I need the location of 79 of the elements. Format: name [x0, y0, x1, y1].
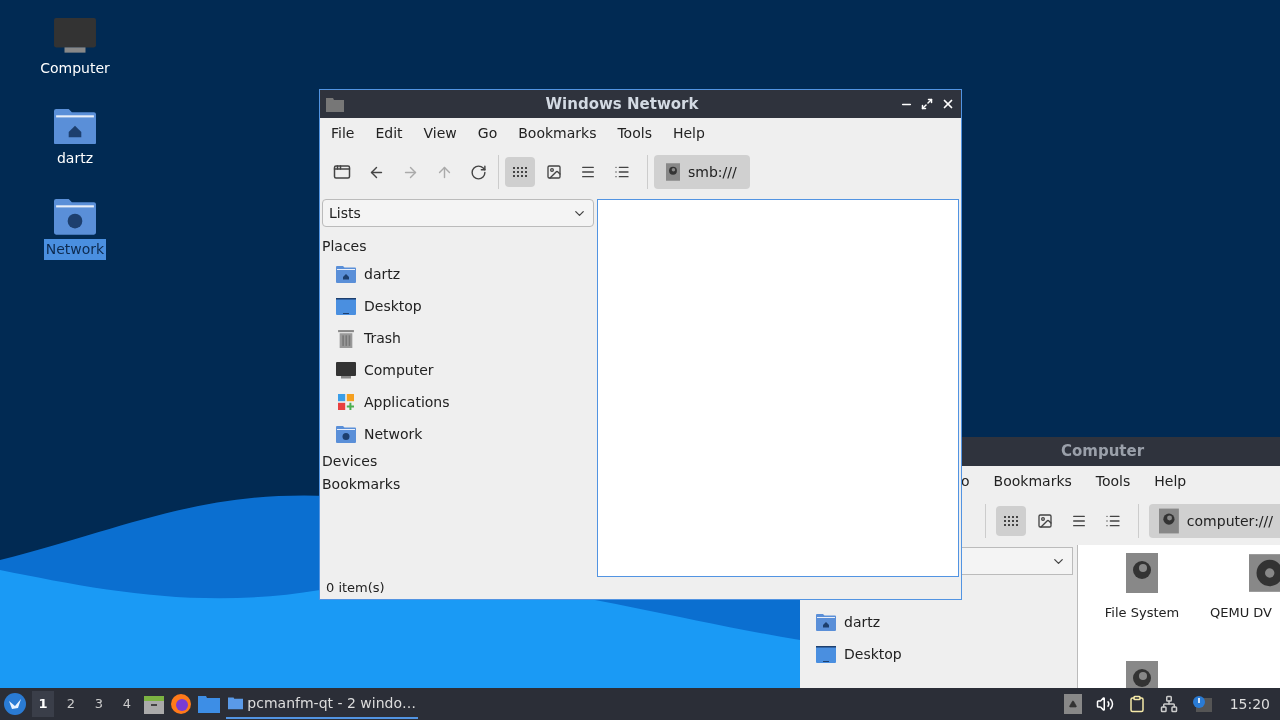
location-bar[interactable]: computer:/// — [1149, 504, 1280, 538]
window-title: Computer — [1061, 441, 1145, 463]
sidebar-item[interactable]: Desktop — [816, 643, 1077, 665]
section-header[interactable]: Places — [322, 235, 594, 258]
sidebar-item[interactable]: Desktop — [322, 290, 594, 322]
desktop-icon-label[interactable]: Computer — [38, 57, 112, 79]
view-dropdown[interactable]: Lists — [322, 199, 594, 227]
lines-icon — [580, 164, 596, 180]
menu-item[interactable]: Help — [672, 122, 705, 144]
new-tab-icon — [333, 163, 351, 181]
network-icon[interactable] — [1159, 695, 1178, 713]
desktop-icon — [336, 297, 356, 315]
menu-item[interactable]: Bookmarks — [518, 122, 597, 144]
location-bar[interactable]: smb:/// — [654, 155, 750, 189]
folder-icon — [326, 96, 344, 112]
view-mode-button[interactable] — [505, 157, 535, 187]
lines-icon — [1071, 513, 1087, 529]
sidebar-item[interactable]: Network — [322, 418, 594, 450]
icon-view-icon — [1003, 515, 1019, 527]
home-folder-icon — [816, 613, 836, 631]
drive-icon — [666, 163, 680, 181]
trash-icon — [338, 328, 354, 348]
monitor-icon — [54, 18, 96, 54]
sidebar-item[interactable]: Trash — [322, 322, 594, 354]
home-folder-icon — [336, 265, 356, 283]
folder-icon — [228, 695, 244, 711]
menu-item[interactable]: Go — [477, 122, 498, 144]
drive-item[interactable]: File System — [1078, 553, 1206, 661]
eject-button[interactable] — [1063, 694, 1082, 714]
workspace-button[interactable]: 2 — [60, 691, 82, 717]
volume-icon[interactable] — [1095, 695, 1114, 713]
network-folder-icon — [54, 199, 96, 236]
workspace-button[interactable]: 3 — [88, 691, 110, 717]
status-text: 0 item(s) — [326, 579, 385, 598]
sidebar-item[interactable]: dartz — [322, 258, 594, 290]
clock[interactable]: 15:20 — [1229, 693, 1270, 715]
list-icon — [614, 164, 630, 180]
browser-icon[interactable] — [170, 693, 192, 715]
menu-item[interactable]: Edit — [375, 122, 403, 144]
file-cabinet-icon[interactable] — [144, 694, 164, 714]
menu-item[interactable]: Help — [1154, 471, 1187, 492]
start-menu-icon[interactable] — [4, 693, 26, 715]
icon-view-icon — [512, 166, 528, 178]
optical-drive-icon — [1249, 553, 1280, 593]
network-folder-icon — [336, 425, 356, 443]
menu-item[interactable]: Bookmarks — [993, 471, 1072, 492]
workspace-button[interactable]: 4 — [116, 691, 138, 717]
maximize-icon[interactable] — [921, 98, 933, 110]
home-folder-icon — [54, 108, 96, 145]
section-header[interactable]: Devices — [322, 450, 594, 473]
task-button[interactable]: pcmanfm-qt - 2 windo… — [226, 689, 418, 719]
sidebar-item[interactable]: dartz — [816, 611, 1077, 633]
apps-icon — [338, 394, 354, 410]
optical-drive-item[interactable]: QEMU DV — [1206, 553, 1280, 661]
workspace-button[interactable]: 1 — [32, 691, 54, 717]
list-icon — [1105, 513, 1121, 529]
sidebar-item[interactable]: Applications — [322, 386, 594, 418]
close-icon[interactable] — [941, 97, 955, 111]
menu-item[interactable]: Tools — [1095, 471, 1131, 492]
desktop-icon-label[interactable]: dartz — [54, 148, 96, 170]
clipboard-icon[interactable] — [1127, 695, 1146, 713]
section-header[interactable]: Bookmarks — [322, 473, 594, 496]
menu-item[interactable]: o — [961, 471, 970, 492]
eject-icon — [1068, 700, 1077, 708]
monitor-icon — [336, 361, 356, 379]
notification-icon[interactable] — [1191, 695, 1212, 713]
folder-icon[interactable] — [198, 695, 220, 713]
menu-item[interactable]: View — [423, 122, 457, 144]
image-icon — [546, 164, 562, 180]
reload-icon — [469, 163, 487, 181]
window-title: Windows Network — [544, 93, 700, 115]
desktop-icon — [816, 645, 836, 663]
drive-icon — [1126, 553, 1158, 593]
desktop-icon-label[interactable]: Network — [43, 239, 107, 261]
menu-item[interactable]: File — [331, 122, 355, 144]
menu-item[interactable]: Tools — [617, 122, 652, 144]
sidebar-item[interactable]: Computer — [322, 354, 594, 386]
image-icon — [1037, 513, 1053, 529]
view-mode-button[interactable] — [996, 506, 1026, 536]
